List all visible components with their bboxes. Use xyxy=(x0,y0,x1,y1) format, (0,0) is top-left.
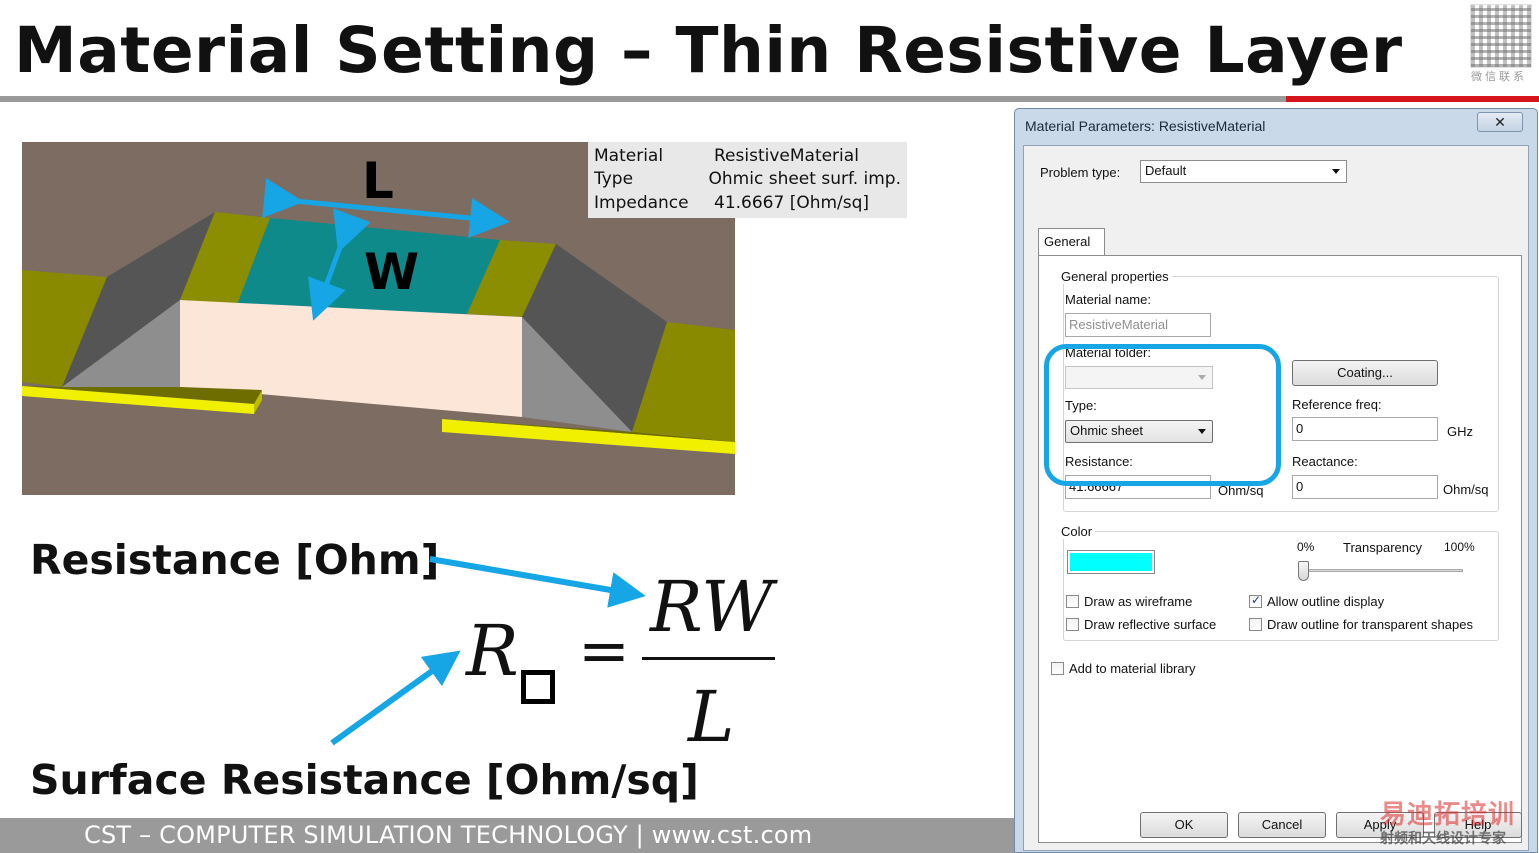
close-icon[interactable]: ✕ xyxy=(1477,112,1523,132)
width-arrow xyxy=(308,208,371,321)
ok-button[interactable]: OK xyxy=(1140,812,1228,838)
tab-general[interactable]: General xyxy=(1038,228,1105,256)
length-label: L xyxy=(362,152,394,210)
reference-freq-input[interactable]: 0 xyxy=(1292,417,1438,441)
problem-type-label: Problem type: xyxy=(1040,165,1121,180)
dialog-title: Material Parameters: ResistiveMaterial xyxy=(1025,118,1266,134)
color-group-title: Color xyxy=(1058,524,1096,539)
material-name-label: Material name: xyxy=(1065,292,1151,307)
material-name-input[interactable]: ResistiveMaterial xyxy=(1065,313,1211,337)
transparency-label: Transparency xyxy=(1343,540,1422,555)
watermark-brand: 易迪拓培训 xyxy=(1380,800,1516,830)
info-key: Material xyxy=(594,145,664,166)
outline-label: Allow outline display xyxy=(1267,594,1385,609)
info-key: Type xyxy=(594,169,634,190)
outline-transparent-label: Draw outline for transparent shapes xyxy=(1267,617,1473,632)
material-info-box: Material ResistiveMaterial Type Ohmic shee… xyxy=(588,142,907,218)
formula-numerator: RW xyxy=(650,566,774,648)
info-row: Material ResistiveMaterial xyxy=(594,144,901,168)
qr-caption: 微信联系 xyxy=(1471,70,1527,83)
width-label: W xyxy=(364,243,420,301)
transparency-min: 0% xyxy=(1297,540,1315,554)
wireframe-label: Draw as wireframe xyxy=(1084,594,1193,609)
library-label: Add to material library xyxy=(1069,661,1196,676)
info-value: ResistiveMaterial xyxy=(714,145,859,166)
problem-type-select[interactable]: Default xyxy=(1140,160,1347,183)
resistance-caption: Resistance [Ohm] xyxy=(30,536,440,584)
outline-checkbox[interactable] xyxy=(1249,593,1262,608)
reference-freq-unit: GHz xyxy=(1447,424,1473,439)
info-row: Type Ohmic sheet surf. imp. xyxy=(594,168,901,192)
resistance-arrow xyxy=(429,556,646,608)
cancel-button[interactable]: Cancel xyxy=(1238,812,1326,838)
info-row: Impedance 41.6667 [Ohm/sq] xyxy=(594,191,901,215)
reactance-unit: Ohm/sq xyxy=(1443,482,1489,497)
transparency-slider[interactable] xyxy=(1298,561,1309,581)
formula-lhs: R xyxy=(466,610,519,692)
info-value: 41.6667 [Ohm/sq] xyxy=(714,192,870,213)
coating-button[interactable]: Coating... xyxy=(1292,360,1438,386)
title-divider-accent xyxy=(1286,96,1539,102)
problem-type-value: Default xyxy=(1145,163,1187,178)
info-key: Impedance xyxy=(594,192,689,213)
info-value: Ohmic sheet surf. imp. xyxy=(708,169,901,190)
reactance-label: Reactance: xyxy=(1292,454,1358,469)
formula-equals: = xyxy=(578,614,630,687)
square-subscript-icon xyxy=(521,670,555,704)
fraction-bar xyxy=(642,657,775,660)
surface-resistance-caption: Surface Resistance [Ohm/sq] xyxy=(30,756,699,804)
color-swatch[interactable] xyxy=(1067,550,1155,574)
slide-title: Material Setting – Thin Resistive Layer xyxy=(14,14,1403,87)
transparency-max: 100% xyxy=(1444,540,1475,554)
dialog-body: Problem type: Default General General pr… xyxy=(1023,145,1529,851)
outline-transparent-checkbox[interactable] xyxy=(1249,618,1262,631)
library-checkbox[interactable] xyxy=(1051,662,1064,675)
type-resistance-highlight xyxy=(1044,344,1281,486)
footer-text: CST – COMPUTER SIMULATION TECHNOLOGY | w… xyxy=(84,821,813,849)
chevron-down-icon xyxy=(1332,169,1340,174)
transparency-track xyxy=(1303,569,1463,572)
qr-code-icon xyxy=(1470,4,1532,68)
reactance-input[interactable]: 0 xyxy=(1292,475,1438,499)
surface-resistance-arrow xyxy=(330,650,461,746)
reference-freq-label: Reference freq: xyxy=(1292,397,1382,412)
formula-denominator: L xyxy=(688,676,735,758)
wireframe-checkbox[interactable] xyxy=(1066,595,1079,608)
reflective-checkbox[interactable] xyxy=(1066,618,1079,631)
watermark-tagline: 射频和天线设计专家 xyxy=(1380,831,1506,847)
general-properties-title: General properties xyxy=(1058,269,1172,284)
reflective-label: Draw reflective surface xyxy=(1084,617,1217,632)
title-divider xyxy=(0,96,1290,102)
